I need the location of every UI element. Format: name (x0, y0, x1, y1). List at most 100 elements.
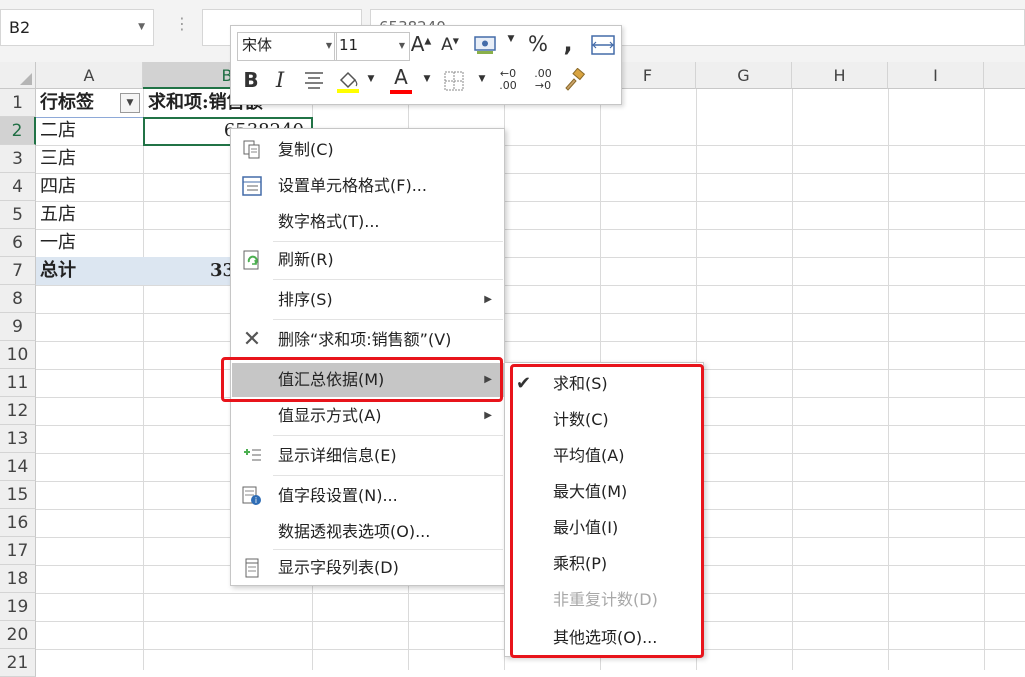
menu-item-number-format[interactable]: 数字格式(T)... (232, 205, 504, 239)
row-header[interactable]: 1 (0, 89, 36, 117)
gridline (792, 89, 793, 670)
decrease-decimal-bottom: →0 (534, 79, 552, 92)
row-header[interactable]: 16 (0, 509, 36, 537)
col-header-j[interactable] (984, 62, 1025, 89)
pivot-row-label[interactable]: 一店 (40, 229, 140, 257)
chevron-down-icon: ▼ (325, 41, 332, 50)
fill-color-icon[interactable] (335, 68, 361, 99)
row-header[interactable]: 10 (0, 341, 36, 369)
menu-item-show-values-as[interactable]: 值显示方式(A) ▶ (232, 399, 504, 433)
filter-dropdown-icon[interactable]: ▼ (120, 93, 140, 113)
row-header[interactable]: 7 (0, 257, 36, 285)
chevron-down-icon: ▼ (398, 41, 405, 50)
pivot-row-label[interactable]: 三店 (40, 145, 140, 173)
svg-text:i: i (255, 496, 257, 505)
col-header-g[interactable]: G (696, 62, 792, 89)
row-header[interactable]: 17 (0, 537, 36, 565)
italic-button[interactable]: I (271, 68, 289, 92)
row-header[interactable]: 12 (0, 397, 36, 425)
menu-item-label: 值字段设置(N)... (278, 486, 398, 505)
menu-item-copy[interactable]: 复制(C) (232, 133, 504, 167)
row-header[interactable]: 2 (0, 117, 36, 145)
row-header[interactable]: 20 (0, 621, 36, 649)
chevron-down-icon[interactable]: ▼ (138, 10, 145, 45)
name-box-value: B2 (9, 18, 31, 37)
menu-separator (273, 241, 503, 242)
select-all-corner[interactable] (0, 62, 36, 89)
chevron-down-icon[interactable]: ▼ (365, 74, 377, 84)
col-header-h[interactable]: H (792, 62, 888, 89)
font-name-dropdown[interactable]: 宋体 ▼ (237, 32, 337, 61)
gridline (36, 313, 1025, 314)
menu-item-label: 排序(S) (278, 290, 333, 309)
menu-item-label: 值显示方式(A) (278, 406, 382, 425)
menu-separator (273, 475, 503, 476)
pivot-row-label[interactable]: 二店 (40, 117, 140, 145)
font-size-dropdown[interactable]: 11 ▼ (334, 32, 410, 61)
percent-style-button[interactable]: % (526, 32, 550, 56)
row-header[interactable]: 21 (0, 649, 36, 677)
menu-item-delete-field[interactable]: ✕ 删除“求和项:销售额”(V) (232, 323, 504, 357)
format-painter-icon[interactable] (561, 67, 587, 97)
pivot-total-label[interactable]: 总计 (40, 257, 140, 285)
row-header[interactable]: 11 (0, 369, 36, 397)
menu-item-label: 删除“求和项:销售额”(V) (278, 330, 452, 349)
menu-item-sort[interactable]: 排序(S) ▶ (232, 283, 504, 317)
row-header[interactable]: 19 (0, 593, 36, 621)
menu-separator (273, 435, 503, 436)
highlight-box-submenu (510, 364, 704, 658)
shrink-font-icon[interactable]: A▼ (439, 35, 461, 55)
row-header[interactable]: 14 (0, 453, 36, 481)
menu-item-refresh[interactable]: 刷新(R) (232, 243, 504, 277)
chevron-down-icon[interactable]: ▼ (505, 34, 517, 44)
row-header[interactable]: 13 (0, 425, 36, 453)
comma-style-button[interactable]: , (559, 29, 577, 57)
align-center-icon[interactable] (303, 70, 325, 95)
row-header[interactable]: 4 (0, 173, 36, 201)
gridline (36, 201, 1025, 202)
chevron-down-icon[interactable]: ▼ (476, 74, 488, 84)
row-header[interactable]: 9 (0, 313, 36, 341)
decrease-decimal-icon[interactable]: .00 →0 (528, 68, 558, 92)
menu-item-show-details[interactable]: 显示详细信息(E) (232, 439, 504, 473)
chevron-right-icon: ▶ (484, 294, 492, 305)
pivot-row-label[interactable]: 五店 (40, 201, 140, 229)
row-header[interactable]: 5 (0, 201, 36, 229)
menu-item-pivot-options[interactable]: 数据透视表选项(O)... (232, 515, 504, 549)
gridline (143, 89, 144, 670)
menu-item-format-cells[interactable]: 设置单元格格式(F)... (232, 169, 504, 203)
menu-item-value-field-settings[interactable]: i 值字段设置(N)... (232, 479, 504, 513)
pivot-row-label-header[interactable]: 行标签 (40, 89, 120, 117)
gridline (36, 341, 1025, 342)
col-header-i[interactable]: I (888, 62, 984, 89)
name-box[interactable]: B2 ▼ (0, 9, 154, 46)
wrap-text-icon[interactable] (589, 34, 617, 61)
chevron-down-icon[interactable]: ▼ (421, 74, 433, 84)
row-header[interactable]: 3 (0, 145, 36, 173)
row-header[interactable]: 8 (0, 285, 36, 313)
menu-item-label: 设置单元格格式(F)... (278, 176, 427, 195)
row-header[interactable]: 18 (0, 565, 36, 593)
font-color-icon[interactable]: A (388, 66, 414, 94)
row-header[interactable]: 15 (0, 481, 36, 509)
menu-separator (273, 279, 503, 280)
increase-decimal-icon[interactable]: ←0 .00 (493, 68, 523, 92)
row-header[interactable]: 6 (0, 229, 36, 257)
accounting-format-icon[interactable] (472, 34, 500, 56)
font-size-value: 11 (339, 36, 359, 54)
borders-icon[interactable] (443, 70, 465, 97)
grow-font-icon[interactable]: A▲ (410, 32, 432, 56)
gridline (36, 173, 1025, 174)
menu-item-show-field-list[interactable]: 显示字段列表(D) (232, 551, 504, 585)
copy-icon (241, 139, 263, 161)
bold-button[interactable]: B (241, 68, 261, 92)
pivot-row-label[interactable]: 四店 (40, 173, 140, 201)
col-header-a[interactable]: A (36, 62, 143, 89)
menu-item-label: 显示字段列表(D) (278, 558, 399, 577)
pivot-total-value[interactable]: 33 (148, 257, 235, 285)
gridline (36, 285, 1025, 286)
mini-toolbar: 宋体 ▼ 11 ▼ A▲ A▼ ▼ % , B I ▼ A ▼ ▼ ←0 .00… (230, 25, 622, 105)
menu-item-label: 刷新(R) (278, 250, 334, 269)
font-color-swatch (390, 90, 412, 94)
gridline (984, 89, 985, 670)
